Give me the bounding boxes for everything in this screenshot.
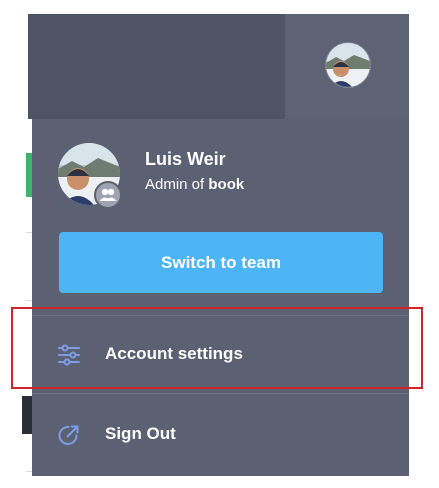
account-settings-menu-item[interactable]: Account settings [32,323,409,385]
user-role-prefix: Admin of [145,176,209,193]
menu-divider [32,315,409,316]
team-badge [94,181,122,209]
menu-divider [32,393,409,394]
sign-out-label: Sign Out [105,424,176,443]
top-header [28,14,409,119]
sign-out-icon [58,425,79,445]
account-dropdown-panel: Luis Weir Admin of book Switch to team A… [32,119,409,476]
sign-out-menu-item[interactable]: Sign Out [32,403,409,465]
team-name: book [208,176,245,193]
sliders-icon [58,344,80,366]
user-name: Luis Weir [145,149,226,169]
account-settings-label: Account settings [105,344,243,363]
header-dark-region [28,14,285,119]
header-avatar[interactable] [325,42,371,88]
avatar-photo-icon [326,43,370,87]
switch-to-team-button[interactable]: Switch to team [59,232,383,293]
team-icon [99,188,117,201]
user-role: Admin of book [145,176,244,193]
